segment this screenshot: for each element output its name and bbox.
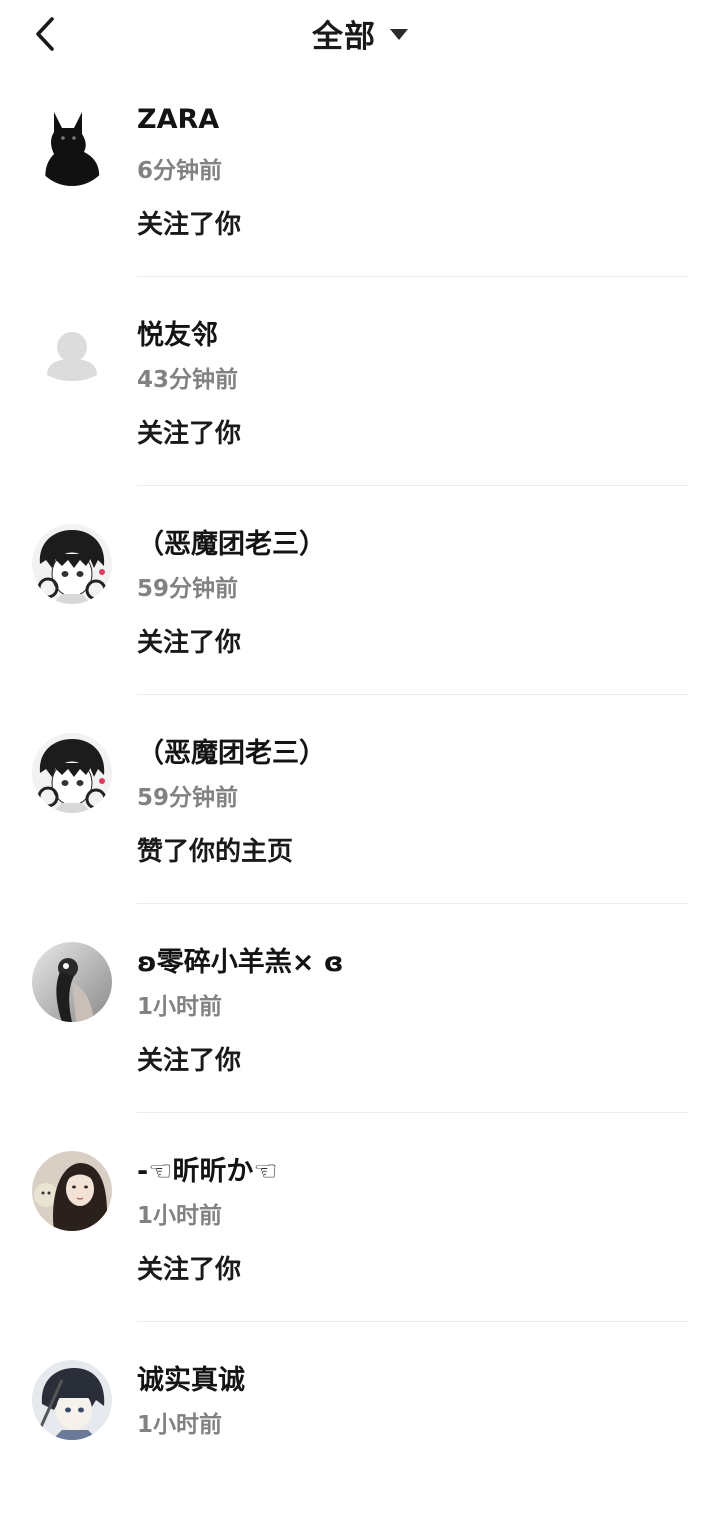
timestamp: 59分钟前 — [137, 576, 239, 602]
timestamp: 1小时前 — [137, 994, 223, 1020]
caret-down-icon — [390, 29, 408, 40]
top-bar: 全部 — [0, 0, 720, 70]
default-avatar-icon — [32, 315, 112, 395]
action-text: 关注了你 — [137, 210, 242, 240]
avatar[interactable] — [32, 1151, 112, 1231]
avatar[interactable] — [32, 524, 112, 604]
list-item[interactable]: 悦友邻 43分钟前 关注了你 — [0, 277, 720, 486]
timestamp: 43分钟前 — [137, 367, 239, 393]
user-name[interactable]: 悦友邻 — [137, 313, 218, 352]
notification-list: ZARA 6分钟前 关注了你 悦友邻 43分钟前 关注了你 （恶魔团老三） 59… — [0, 68, 720, 1531]
list-item[interactable]: 诚实真诚 1小时前 — [0, 1322, 720, 1531]
avatar[interactable] — [32, 106, 112, 186]
timestamp: 1小时前 — [137, 1203, 223, 1229]
avatar[interactable] — [32, 315, 112, 395]
action-text: 关注了你 — [137, 1046, 242, 1076]
user-name[interactable]: -☜昕昕か☜ — [137, 1149, 278, 1188]
list-item[interactable]: ʚ零碎小羊羔× ɞ 1小时前 关注了你 — [0, 904, 720, 1113]
page-title: 全部 — [312, 18, 376, 55]
user-name[interactable]: （恶魔团老三） — [137, 522, 326, 561]
action-text: 赞了你的主页 — [137, 837, 294, 867]
anime-boy-avatar-icon — [32, 524, 112, 604]
list-item[interactable]: -☜昕昕か☜ 1小时前 关注了你 — [0, 1113, 720, 1322]
timestamp: 6分钟前 — [137, 158, 223, 184]
timestamp: 59分钟前 — [137, 785, 239, 811]
list-item[interactable]: （恶魔团老三） 59分钟前 赞了你的主页 — [0, 695, 720, 904]
timestamp: 1小时前 — [137, 1412, 223, 1438]
action-text: 关注了你 — [137, 628, 242, 658]
user-name[interactable]: （恶魔团老三） — [137, 731, 326, 770]
avatar[interactable] — [32, 1360, 112, 1440]
black-cat-icon — [32, 106, 112, 186]
list-item[interactable]: （恶魔团老三） 59分钟前 关注了你 — [0, 486, 720, 695]
list-item[interactable]: ZARA 6分钟前 关注了你 — [0, 68, 720, 277]
photo-avatar-icon — [32, 942, 112, 1022]
anime-swordsman-avatar-icon — [32, 1360, 112, 1440]
user-name[interactable]: ʚ零碎小羊羔× ɞ — [137, 940, 344, 979]
avatar[interactable] — [32, 733, 112, 813]
action-text: 关注了你 — [137, 1255, 242, 1285]
filter-dropdown[interactable]: 全部 — [0, 10, 720, 56]
user-name[interactable]: 诚实真诚 — [137, 1358, 245, 1397]
user-name[interactable]: ZARA — [137, 104, 219, 135]
action-text: 关注了你 — [137, 419, 242, 449]
anime-boy-avatar-icon — [32, 733, 112, 813]
avatar[interactable] — [32, 942, 112, 1022]
photo-avatar-icon — [32, 1151, 112, 1231]
